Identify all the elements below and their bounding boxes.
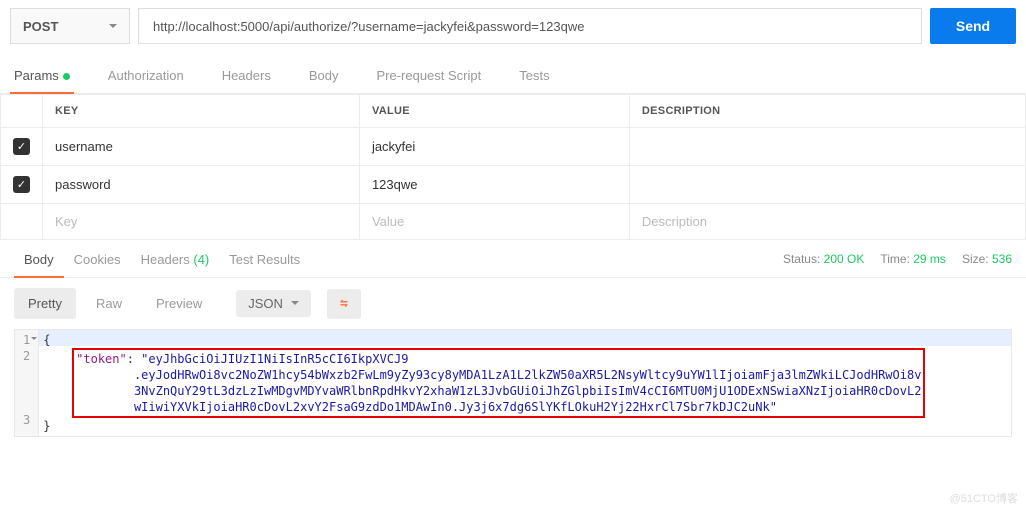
method-select[interactable]: POST [10,8,130,44]
param-value[interactable]: jackyfei [359,128,629,166]
col-key: KEY [43,95,360,128]
format-select[interactable]: JSON [236,290,311,317]
send-button[interactable]: Send [930,8,1016,44]
tab-authorization[interactable]: Authorization [104,56,188,93]
col-desc: DESCRIPTION [629,95,1025,128]
col-value: VALUE [359,95,629,128]
tab-headers[interactable]: Headers [218,56,275,93]
resp-tab-body[interactable]: Body [14,240,64,277]
response-body: 123 { "token": "eyJhbGciOiJIUzI1NiIsInR5… [14,329,1012,437]
resp-tab-headers[interactable]: Headers (4) [131,240,220,277]
tab-prerequest[interactable]: Pre-request Script [372,56,485,93]
param-value-placeholder[interactable]: Value [359,204,629,240]
response-meta: Status: 200 OK Time: 29 ms Size: 536 [783,252,1012,266]
response-tabs: Body Cookies Headers (4) Test Results St… [0,240,1026,278]
tab-params[interactable]: Params [10,56,74,93]
resp-tab-cookies[interactable]: Cookies [64,240,131,277]
wrap-lines-icon[interactable]: ⇋ [327,289,361,319]
time-value: 29 ms [913,252,946,266]
param-desc[interactable] [629,128,1025,166]
view-pretty[interactable]: Pretty [14,288,76,319]
params-indicator-icon [63,73,70,80]
param-key[interactable]: password [43,166,360,204]
json-source[interactable]: { "token": "eyJhbGciOiJIUzI1NiIsInR5cCI6… [39,330,1011,436]
size-value: 536 [992,252,1012,266]
tab-body[interactable]: Body [305,56,343,93]
param-desc[interactable] [629,166,1025,204]
line-gutter: 123 [15,330,39,436]
resp-tab-testresults[interactable]: Test Results [219,240,310,277]
request-tabs: Params Authorization Headers Body Pre-re… [0,56,1026,94]
param-key[interactable]: username [43,128,360,166]
url-input[interactable]: http://localhost:5000/api/authorize/?use… [138,8,922,44]
table-row: ✓ username jackyfei [1,128,1026,166]
checkbox-icon[interactable]: ✓ [13,176,30,193]
view-raw[interactable]: Raw [82,288,136,319]
table-row: ✓ password 123qwe [1,166,1026,204]
param-key-placeholder[interactable]: Key [43,204,360,240]
param-desc-placeholder[interactable]: Description [629,204,1025,240]
table-row-new: Key Value Description [1,204,1026,240]
status-value: 200 OK [824,252,865,266]
checkbox-icon[interactable]: ✓ [13,138,30,155]
watermark: @51CTO博客 [950,490,1018,506]
tab-tests[interactable]: Tests [515,56,553,93]
params-table: KEY VALUE DESCRIPTION ✓ username jackyfe… [0,94,1026,240]
view-preview[interactable]: Preview [142,288,216,319]
param-value[interactable]: 123qwe [359,166,629,204]
